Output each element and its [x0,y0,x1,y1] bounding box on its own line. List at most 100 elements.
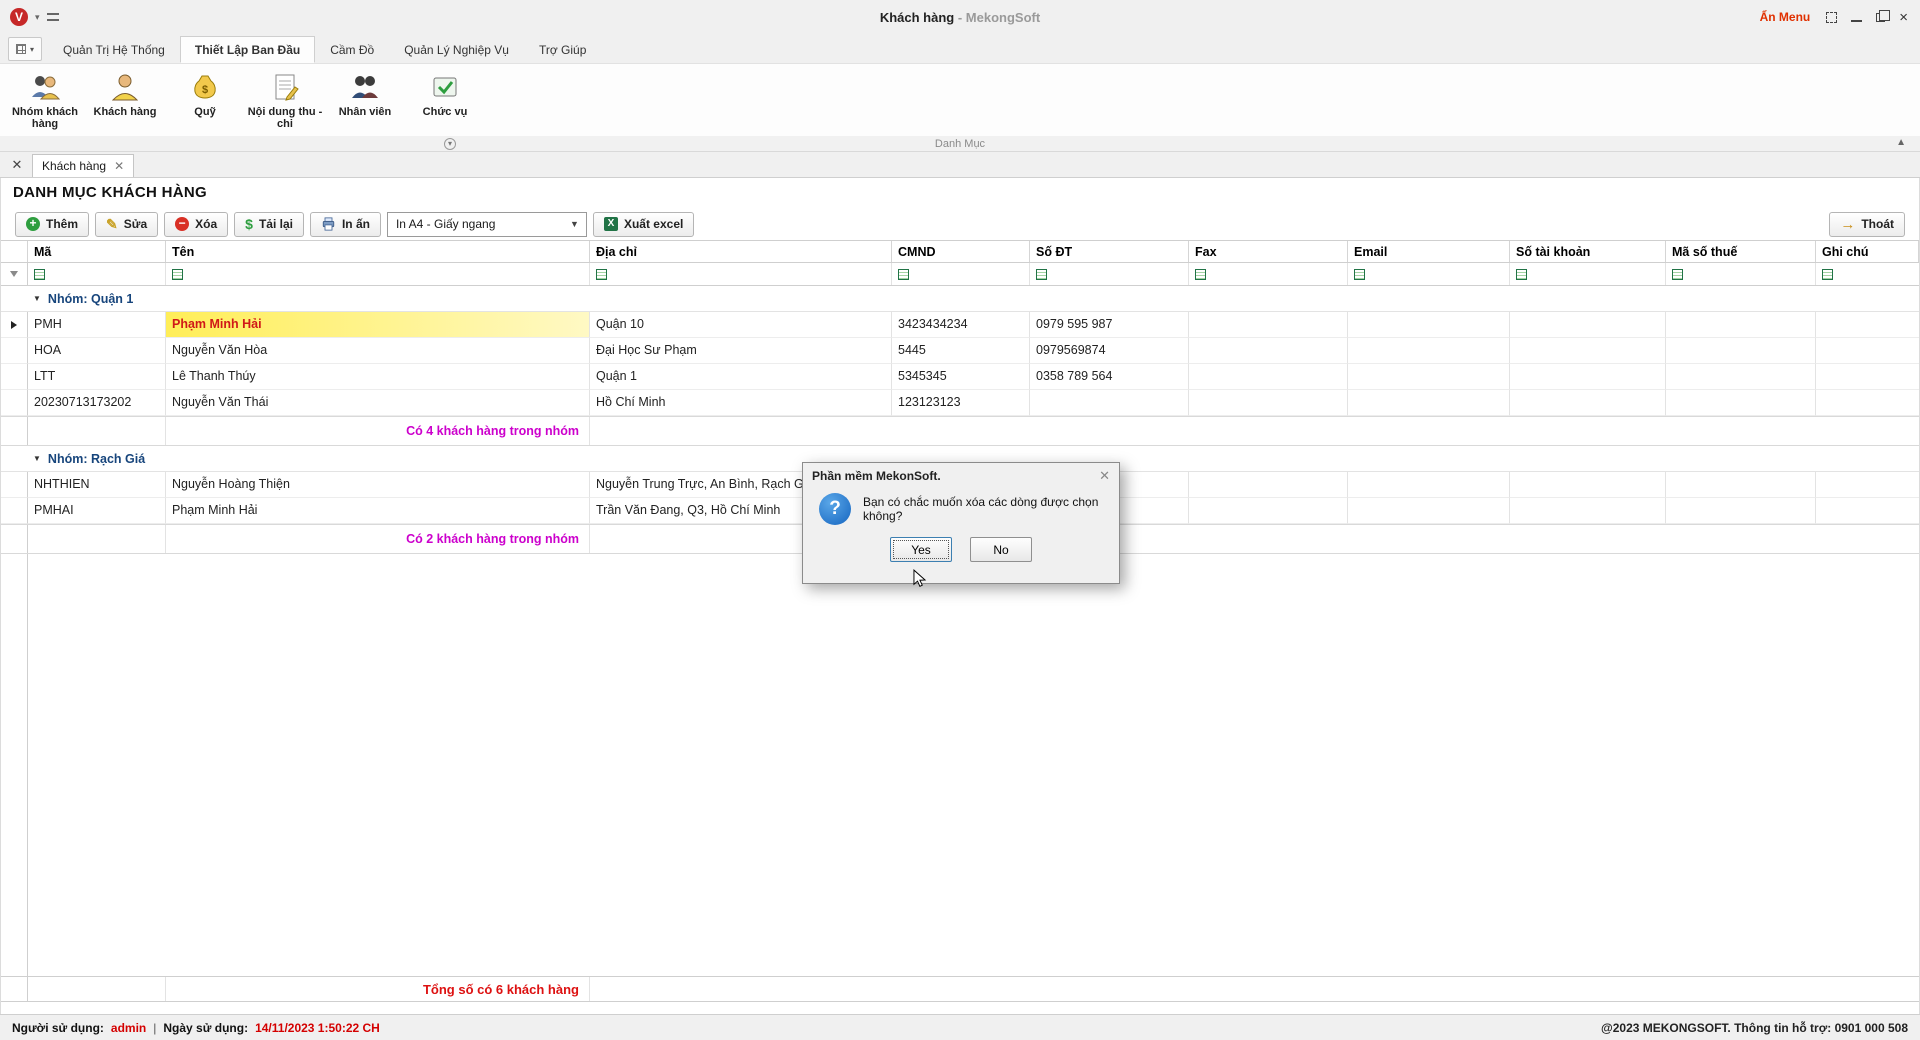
filter-sodt[interactable] [1030,263,1189,285]
table-row[interactable]: 20230713173202 Nguyễn Văn Thái Hồ Chí Mi… [1,390,1919,416]
cell-email[interactable] [1348,364,1510,390]
reload-button[interactable]: $Tải lại [234,212,304,237]
cell-email[interactable] [1348,390,1510,416]
filter-email[interactable] [1348,263,1510,285]
ribbon-tab-quan-tri-he-thong[interactable]: Quản Trị Hệ Thống [48,36,180,63]
filter-ghichu[interactable] [1816,263,1919,285]
filter-fax[interactable] [1189,263,1348,285]
cell-diachi[interactable]: Quận 1 [590,364,892,390]
restore-icon[interactable] [1876,13,1885,22]
cell-ten[interactable]: Nguyễn Văn Thái [166,390,590,416]
cell-fax[interactable] [1189,472,1348,498]
cell-sotaikhoan[interactable] [1510,312,1666,338]
cell-sotaikhoan[interactable] [1510,364,1666,390]
cell-ghichu[interactable] [1816,312,1919,338]
cell-sodt[interactable] [1030,390,1189,416]
ribbon-item-chuc-vu[interactable]: Chức vụ [406,68,484,118]
print-format-select[interactable]: In A4 - Giấy ngang ▼ [387,212,587,237]
filter-ma[interactable] [28,263,166,285]
cell-sotaikhoan[interactable] [1510,390,1666,416]
ribbon-tab-cam-do[interactable]: Cầm Đồ [315,36,389,63]
cell-ma[interactable]: PMH [28,312,166,338]
yes-button[interactable]: Yes [890,537,952,562]
table-row[interactable]: HOA Nguyễn Văn Hòa Đại Học Sư Phạm 5445 … [1,338,1919,364]
cell-masothue[interactable] [1666,472,1816,498]
cell-sotaikhoan[interactable] [1510,338,1666,364]
table-row[interactable]: PMH Phạm Minh Hải Quận 10 3423434234 097… [1,312,1919,338]
cell-sodt[interactable]: 0979569874 [1030,338,1189,364]
ribbon-item-nhan-vien[interactable]: Nhân viên [326,68,404,118]
col-fax[interactable]: Fax [1189,241,1348,262]
cell-ten[interactable]: Phạm Minh Hải [166,498,590,524]
ribbon-collapse-icon[interactable]: ▲ [1896,137,1906,148]
ribbon-launcher-button[interactable]: ▾ [8,37,42,61]
cell-ma[interactable]: NHTHIEN [28,472,166,498]
cell-cmnd[interactable]: 3423434234 [892,312,1030,338]
export-excel-button[interactable]: XXuất excel [593,212,694,237]
filter-masothue[interactable] [1666,263,1816,285]
cell-ghichu[interactable] [1816,498,1919,524]
collapse-triangle-icon[interactable]: ▼ [33,454,41,463]
doc-tab-khach-hang[interactable]: Khách hàng ✕ [32,154,134,177]
col-sodt[interactable]: Số ĐT [1030,241,1189,262]
cell-ten[interactable]: Lê Thanh Thúy [166,364,590,390]
cell-fax[interactable] [1189,390,1348,416]
ribbon-tab-thiet-lap-ban-dau[interactable]: Thiết Lập Ban Đầu [180,36,315,63]
cell-diachi[interactable]: Đại Học Sư Phạm [590,338,892,364]
pin-icon[interactable] [47,13,59,21]
cell-diachi[interactable]: Hồ Chí Minh [590,390,892,416]
col-sotaikhoan[interactable]: Số tài khoản [1510,241,1666,262]
cell-ten[interactable]: Nguyễn Văn Hòa [166,338,590,364]
col-masothue[interactable]: Mã số thuế [1666,241,1816,262]
cell-sodt[interactable]: 0979 595 987 [1030,312,1189,338]
cell-fax[interactable] [1189,312,1348,338]
cell-cmnd[interactable]: 5445 [892,338,1030,364]
col-ma[interactable]: Mã [28,241,166,262]
close-icon[interactable]: × [1899,12,1908,23]
minimize-icon[interactable] [1851,20,1862,22]
cell-ma[interactable]: 20230713173202 [28,390,166,416]
cell-ma[interactable]: LTT [28,364,166,390]
ribbon-item-noi-dung-thu-chi[interactable]: Nội dung thu - chi [246,68,324,130]
cell-masothue[interactable] [1666,338,1816,364]
close-all-tabs-icon[interactable]: ✕ [8,156,26,174]
cell-cmnd[interactable]: 123123123 [892,390,1030,416]
cell-email[interactable] [1348,472,1510,498]
ribbon-item-quy[interactable]: $ Quỹ [166,68,244,118]
delete-button[interactable]: −Xóa [164,212,228,237]
print-button[interactable]: In ấn [310,212,381,237]
cell-fax[interactable] [1189,364,1348,390]
filter-cmnd[interactable] [892,263,1030,285]
cell-ten[interactable]: Nguyễn Hoàng Thiện [166,472,590,498]
cell-email[interactable] [1348,312,1510,338]
cell-ghichu[interactable] [1816,338,1919,364]
no-button[interactable]: No [970,537,1032,562]
col-cmnd[interactable]: CMND [892,241,1030,262]
cell-ten-selected[interactable]: Phạm Minh Hải [166,312,590,338]
col-ghichu[interactable]: Ghi chú [1816,241,1919,262]
cell-sotaikhoan[interactable] [1510,472,1666,498]
cell-ghichu[interactable] [1816,390,1919,416]
group-dialog-launcher-icon[interactable]: ▾ [444,138,456,150]
cell-fax[interactable] [1189,338,1348,364]
group-header-quan-1[interactable]: ▼ Nhóm: Quận 1 [1,286,1919,312]
collapse-triangle-icon[interactable]: ▼ [33,294,41,303]
cell-fax[interactable] [1189,498,1348,524]
col-email[interactable]: Email [1348,241,1510,262]
filter-sotaikhoan[interactable] [1510,263,1666,285]
cell-ma[interactable]: HOA [28,338,166,364]
col-diachi[interactable]: Địa chỉ [590,241,892,262]
edit-button[interactable]: ✎Sửa [95,212,158,237]
filter-diachi[interactable] [590,263,892,285]
cell-cmnd[interactable]: 5345345 [892,364,1030,390]
ribbon-item-nhom-khach-hang[interactable]: Nhóm khách hàng [6,68,84,130]
add-button[interactable]: +Thêm [15,212,89,237]
fullscreen-icon[interactable] [1826,12,1837,23]
quick-access-chevron-icon[interactable]: ▾ [35,12,40,23]
ribbon-tab-tro-giup[interactable]: Trợ Giúp [524,36,601,63]
ribbon-tab-quan-ly-nghiep-vu[interactable]: Quản Lý Nghiệp Vụ [389,36,524,63]
table-row[interactable]: LTT Lê Thanh Thúy Quận 1 5345345 0358 78… [1,364,1919,390]
cell-email[interactable] [1348,338,1510,364]
cell-ghichu[interactable] [1816,472,1919,498]
cell-sodt[interactable]: 0358 789 564 [1030,364,1189,390]
